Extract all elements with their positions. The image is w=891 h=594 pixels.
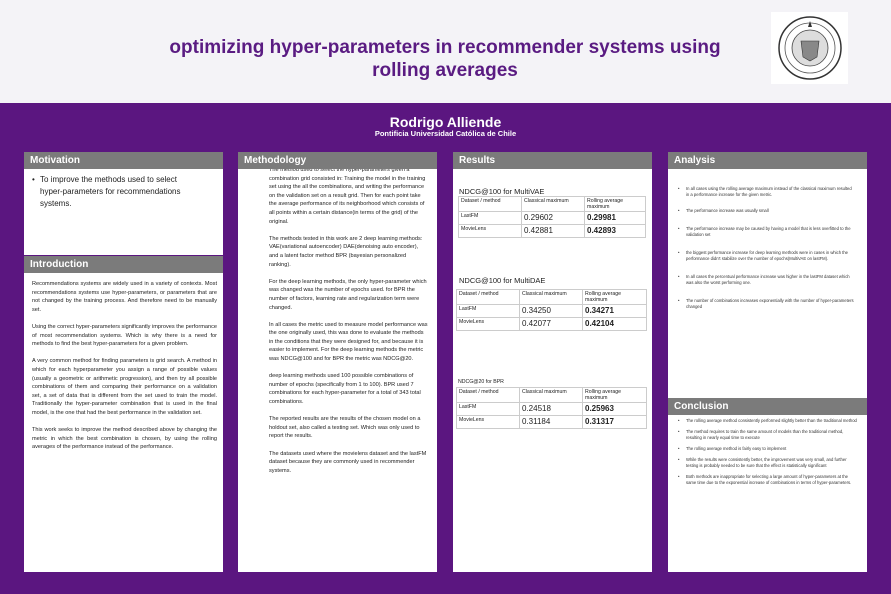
conclusion-heading: Conclusion (668, 398, 867, 415)
motivation-bullet: To improve the methods used to select hy… (32, 174, 200, 210)
conclusion-item: The method requires to train the same am… (676, 429, 858, 441)
table-cell: 0.24518 (519, 402, 583, 416)
analysis-list: In all cases using the rolling average m… (676, 186, 856, 310)
table-row: MovieLens 0.31184 0.31317 (456, 415, 647, 429)
table-cell: LastFM (456, 402, 520, 416)
table-header-cell: Dataset / method (456, 289, 520, 305)
conclusion-item: While the results were consistently bett… (676, 457, 858, 469)
conclusion-item: The rolling average method consistently … (676, 418, 858, 424)
analysis-item: The performance increase was usually sma… (676, 208, 856, 214)
table-header-cell: Rolling average maximum (584, 196, 646, 212)
table-cell: 0.42104 (582, 317, 647, 331)
poster-title: optimizing hyper-parameters in recommend… (169, 37, 721, 81)
table-cell: LastFM (458, 211, 522, 225)
table-cell: 0.42077 (519, 317, 583, 331)
table-cell: MovieLens (458, 224, 522, 238)
table-cell: 0.42893 (584, 224, 646, 238)
method-paragraph-4: In all cases the metric used to measure … (269, 321, 428, 363)
intro-paragraph-1: Recommendations systems are widely used … (32, 281, 217, 313)
methodology-panel: The method used to select the hyper-para… (238, 152, 437, 572)
table-cell: 0.31184 (519, 415, 583, 429)
table-cell: 0.31317 (582, 415, 647, 429)
results-table-1: Dataset / method Classical maximum Rolli… (458, 196, 646, 238)
conclusion-item: Both methods are inappropriate for selec… (676, 474, 858, 486)
table-header-cell: Classical maximum (519, 387, 583, 403)
method-paragraph-5: deep learning methods used 100 possible … (269, 373, 421, 406)
results-table-1-title: NDCG@100 for MultiVAE (459, 187, 545, 196)
table-cell: 0.34250 (519, 304, 583, 318)
analysis-item: In all cases the percentual performance … (676, 274, 856, 286)
table-header-row: Dataset / method Classical maximum Rolli… (456, 289, 647, 305)
introduction-heading: Introduction (24, 256, 223, 273)
table-cell: 0.29981 (584, 211, 646, 225)
introduction-text: Recommendations systems are widely used … (32, 280, 217, 460)
table-header-row: Dataset / method Classical maximum Rolli… (458, 196, 646, 212)
results-table-2-title: NDCG@100 for MultiDAE (459, 276, 546, 285)
table-row: MovieLens 0.42077 0.42104 (456, 317, 647, 331)
table-row: LastFM 0.29602 0.29981 (458, 211, 646, 225)
method-paragraph-6: The reported results are the results of … (269, 416, 421, 440)
method-paragraph-2: The methods tested in this work are 2 de… (269, 235, 423, 268)
table-header-cell: Classical maximum (519, 289, 583, 305)
analysis-heading: Analysis (668, 152, 867, 169)
table-cell: MovieLens (456, 317, 520, 331)
table-header-cell: Classical maximum (521, 196, 585, 212)
analysis-item: The performance increase may be caused b… (676, 226, 856, 238)
table-row: LastFM 0.34250 0.34271 (456, 304, 647, 318)
results-heading: Results (453, 152, 652, 169)
results-table-2: Dataset / method Classical maximum Rolli… (456, 289, 647, 331)
analysis-item: the biggest performance increase for dee… (676, 250, 856, 262)
methodology-heading: Methodology (238, 152, 437, 169)
table-header-cell: Dataset / method (456, 387, 520, 403)
results-table-3: Dataset / method Classical maximum Rolli… (456, 387, 647, 429)
conclusion-list: The rolling average method consistently … (676, 418, 858, 486)
analysis-item: In all cases using the rolling average m… (676, 186, 856, 198)
table-row: LastFM 0.24518 0.25963 (456, 402, 647, 416)
table-header-cell: Rolling average maximum (582, 289, 647, 305)
table-cell: MovieLens (456, 415, 520, 429)
table-cell: 0.42881 (521, 224, 585, 238)
intro-paragraph-4: This work seeks to improve the method de… (32, 427, 217, 451)
motivation-text: To improve the methods used to select hy… (32, 174, 200, 210)
results-table-3-title: NDCG@20 for BPR (458, 379, 504, 385)
table-header-cell: Rolling average maximum (582, 387, 647, 403)
table-cell: 0.34271 (582, 304, 647, 318)
table-header-cell: Dataset / method (458, 196, 522, 212)
author-affiliation: Pontificia Universidad Católica de Chile (374, 129, 517, 138)
university-seal-logo (771, 12, 848, 84)
analysis-item: The number of combinations increases exp… (676, 298, 856, 310)
method-paragraph-7: The datasets used where the movielens da… (269, 450, 427, 474)
intro-paragraph-3: A very common method for finding paramet… (32, 358, 217, 416)
methodology-text: The method used to select the hyper-para… (269, 166, 429, 484)
table-cell: 0.29602 (521, 211, 585, 225)
author-name: Rodrigo Alliende (389, 114, 502, 130)
motivation-heading: Motivation (24, 152, 223, 169)
table-cell: 0.25963 (582, 402, 647, 416)
table-header-row: Dataset / method Classical maximum Rolli… (456, 387, 647, 403)
method-paragraph-1: The method used to select the hyper-para… (269, 167, 426, 225)
conclusion-item: The rolling average method is fairly eas… (676, 446, 858, 452)
table-cell: LastFM (456, 304, 520, 318)
table-row: MovieLens 0.42881 0.42893 (458, 224, 646, 238)
seal-icon (777, 16, 842, 80)
method-paragraph-3: For the deep learning methods, the only … (269, 278, 427, 311)
intro-paragraph-2: Using the correct hyper-parameters signi… (32, 323, 217, 348)
